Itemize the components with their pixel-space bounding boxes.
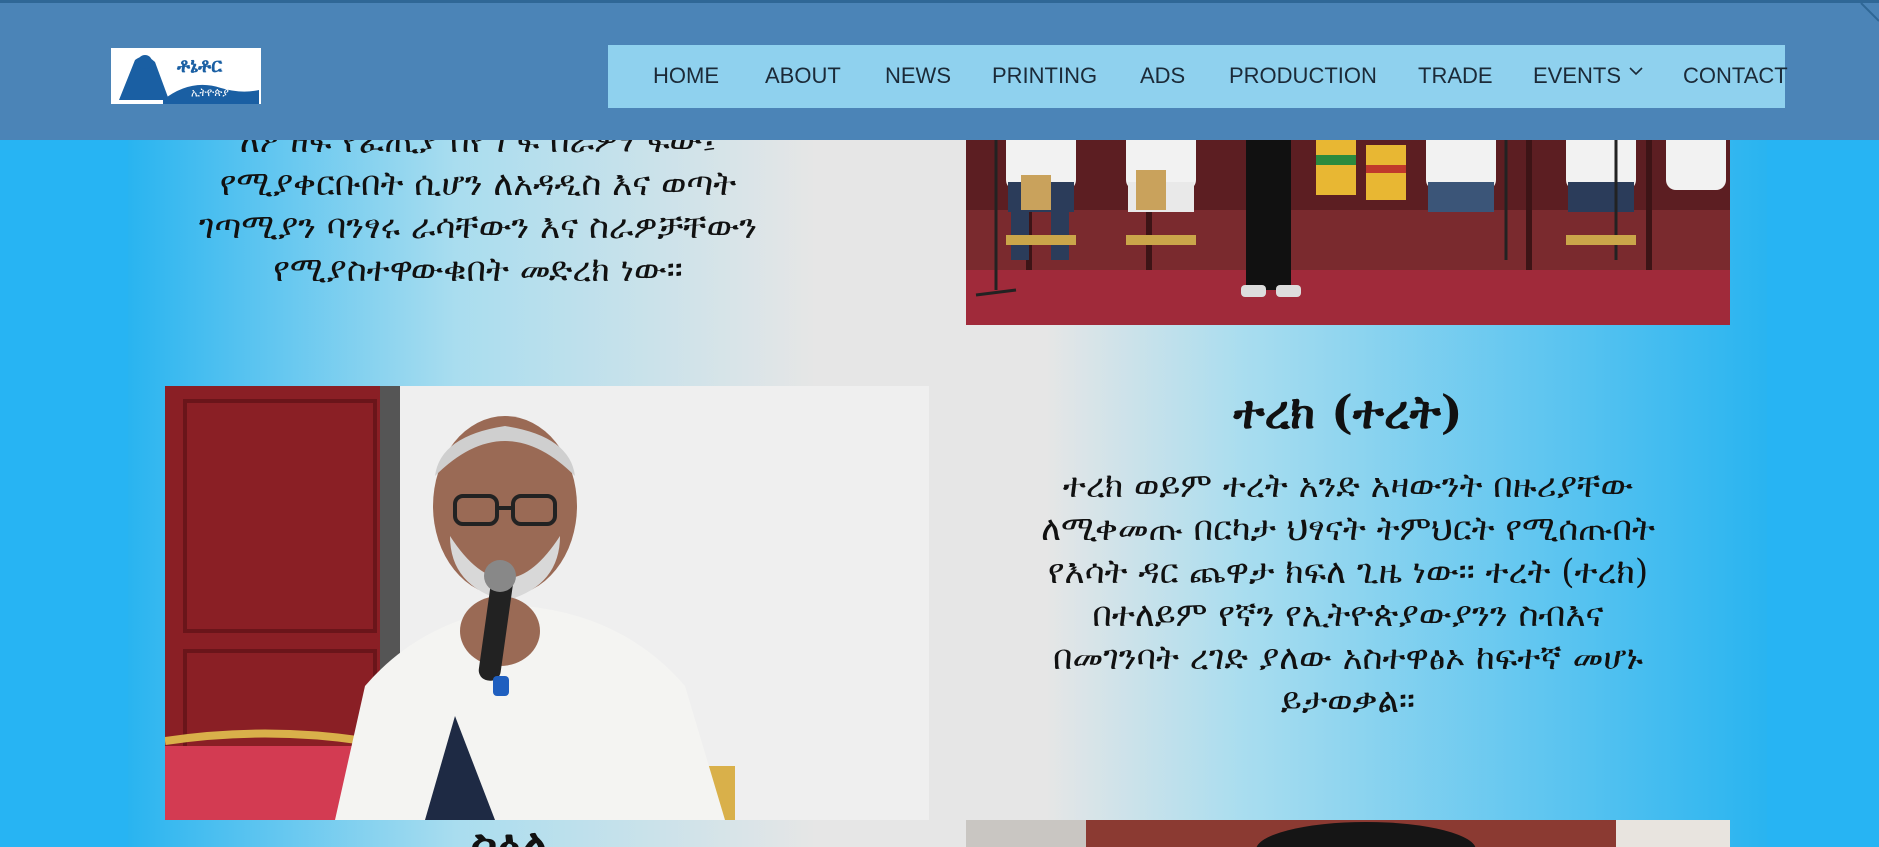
musicians-photo <box>966 120 1730 325</box>
nav-ads[interactable]: ADS <box>1140 63 1185 89</box>
paragraph-line: ይታወቃል፡፡ <box>1280 681 1416 721</box>
nav-trade[interactable]: TRADE <box>1418 63 1493 89</box>
site-logo[interactable]: ቶኔቶር ኢትዮጵያ <box>111 48 261 104</box>
section3-photo <box>966 820 1730 847</box>
nav-production[interactable]: PRODUCTION <box>1229 63 1377 89</box>
nav-events[interactable]: EVENTS <box>1533 63 1643 89</box>
paragraph-line: የሚያስተዋውቁበት መድረክ ነው፡፡ <box>273 250 683 290</box>
site-header: ቶኔቶር ኢትዮጵያ HOME ABOUT NEWS PRINTING ADS … <box>0 0 1879 140</box>
paragraph-line: የሚያቀርቡበት ሲሆን ለአዳዲስ እና ወጣት <box>219 164 737 204</box>
nav-printing[interactable]: PRINTING <box>992 63 1097 89</box>
paragraph-line: ተረክ ወይም ተረት አንድ አዛውንት በዙሪያቸው <box>1062 466 1634 506</box>
paragraph-line: ለሚቀመጡ በርካታ ህፃናት ትምህርት የሚሰጡበት <box>1041 509 1655 549</box>
paragraph-line: በመገንባት ረገድ ያለው አስተዋፅኦ ከፍተኛ መሆኑ <box>1052 638 1643 678</box>
paragraph-line: የእሳት ዳር ጨዋታ ክፍለ ጊዜ ነው፡፡ ተረት (ተረክ) <box>1047 552 1649 592</box>
main-nav: HOME ABOUT NEWS PRINTING ADS PRODUCTION … <box>608 45 1788 108</box>
nav-contact[interactable]: CONTACT <box>1683 63 1788 89</box>
logo-text: ቶኔቶር <box>176 53 223 77</box>
nav-events-label: EVENTS <box>1533 63 1622 88</box>
poetry-description: ለፆ ዘፍ የፈጢያ በየግ ፍ በራዎሃ ፍው፤ የሚያቀርቡበት ሲሆን ለ… <box>128 120 828 292</box>
chevron-down-icon <box>1629 63 1643 79</box>
paragraph-line: በተለይም የኛን የኢትዮጵያውያንን ስብእና <box>1092 595 1604 635</box>
storytelling-heading: ተረክ (ተረት) <box>1233 385 1463 439</box>
paragraph-line: ገጣሚያን ባንፃሩ ራሳቸውን እና ስራዎቻቸውን <box>198 207 758 247</box>
storytelling-description: ተረክ ወይም ተረት አንድ አዛውንት በዙሪያቸው ለሚቀመጡ በርካታ … <box>966 465 1730 723</box>
nav-news[interactable]: NEWS <box>885 63 951 89</box>
close-icon[interactable] <box>1849 2 1879 33</box>
nav-about[interactable]: ABOUT <box>765 63 841 89</box>
nav-home[interactable]: HOME <box>653 63 719 89</box>
painting-heading: ስዕል <box>470 818 550 847</box>
logo-subtext: ኢትዮጵያ <box>191 86 229 99</box>
elder-storyteller-photo <box>165 386 929 820</box>
